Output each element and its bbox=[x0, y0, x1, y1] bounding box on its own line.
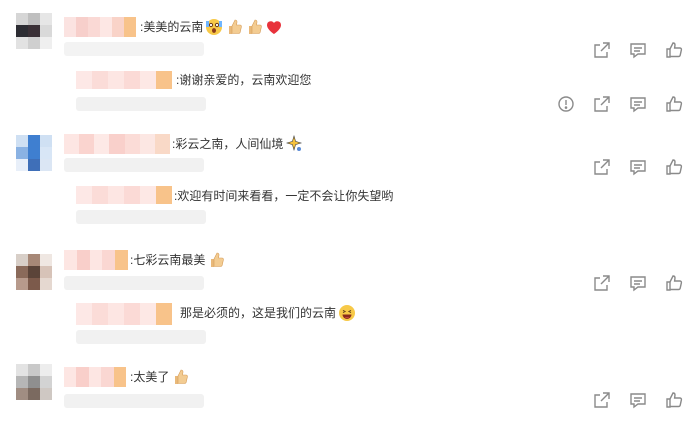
reply-timestamp-blurred bbox=[76, 330, 206, 344]
reply-timestamp-blurred bbox=[76, 97, 206, 111]
comment-icon[interactable] bbox=[629, 274, 647, 292]
share-icon[interactable] bbox=[593, 41, 611, 59]
avatar[interactable] bbox=[16, 13, 52, 49]
thumbs-up-icon bbox=[245, 18, 263, 36]
share-icon[interactable] bbox=[593, 274, 611, 292]
comment-icon[interactable] bbox=[629, 158, 647, 176]
reply-text: 那是必须的，这是我们的云南 bbox=[180, 303, 356, 323]
comment-text-label: :太美了 bbox=[130, 370, 170, 384]
reply-actions bbox=[557, 95, 683, 113]
comment-actions bbox=[593, 41, 683, 59]
shocked-face-icon bbox=[205, 18, 223, 36]
timestamp-blurred bbox=[64, 42, 204, 56]
comment-item: :彩云之南，人间仙境 :欢迎有时间来看看，一定不会让你失望哟 bbox=[0, 128, 697, 236]
thumbs-up-icon bbox=[207, 251, 225, 269]
like-icon[interactable] bbox=[665, 41, 683, 59]
timestamp-blurred bbox=[64, 158, 204, 172]
reply-text: :欢迎有时间来看看，一定不会让你失望哟 bbox=[174, 186, 393, 206]
username-blurred[interactable] bbox=[64, 250, 128, 270]
reply-username-blurred[interactable] bbox=[76, 71, 172, 89]
comment-actions bbox=[593, 158, 683, 176]
laughing-face-icon bbox=[338, 304, 356, 322]
comment-icon[interactable] bbox=[629, 391, 647, 409]
like-icon[interactable] bbox=[665, 158, 683, 176]
share-icon[interactable] bbox=[593, 391, 611, 409]
like-icon[interactable] bbox=[665, 274, 683, 292]
comment-item: :七彩云南最美 那是必须的，这是我们的云南 bbox=[0, 236, 697, 352]
reply-username-blurred[interactable] bbox=[76, 186, 172, 204]
username-blurred[interactable] bbox=[64, 134, 170, 154]
thumbs-up-icon bbox=[225, 18, 243, 36]
comment-actions bbox=[593, 391, 683, 409]
timestamp-blurred bbox=[64, 394, 204, 408]
comment-text-label: :彩云之南，人间仙境 bbox=[172, 137, 284, 151]
comment-text-label: :美美的云南 bbox=[140, 20, 204, 34]
reply-timestamp-blurred bbox=[76, 210, 206, 224]
avatar[interactable] bbox=[16, 254, 52, 290]
reply-text-label: 那是必须的，这是我们的云南 bbox=[180, 306, 337, 320]
comment-actions bbox=[593, 274, 683, 292]
comment-icon[interactable] bbox=[629, 41, 647, 59]
username-blurred[interactable] bbox=[64, 17, 136, 37]
comment-text: :太美了 bbox=[130, 367, 189, 387]
timestamp-blurred bbox=[64, 276, 204, 290]
reply-text-label: :谢谢亲爱的，云南欢迎您 bbox=[176, 73, 312, 87]
red-heart-icon bbox=[265, 18, 283, 36]
reply-text-label: :欢迎有时间来看看，一定不会让你失望哟 bbox=[174, 189, 394, 203]
username-blurred[interactable] bbox=[64, 367, 126, 387]
sparkle-icon bbox=[285, 134, 303, 153]
comment-item: :太美了 bbox=[0, 352, 697, 423]
comment-text: :彩云之南，人间仙境 bbox=[172, 134, 303, 154]
like-icon[interactable] bbox=[665, 391, 683, 409]
like-icon[interactable] bbox=[665, 95, 683, 113]
report-icon[interactable] bbox=[557, 95, 575, 113]
comment-text: :七彩云南最美 bbox=[130, 250, 225, 270]
reply-text: :谢谢亲爱的，云南欢迎您 bbox=[176, 70, 311, 90]
comment-text-label: :七彩云南最美 bbox=[130, 253, 206, 267]
reply-username-blurred[interactable] bbox=[76, 303, 172, 325]
thumbs-up-icon bbox=[171, 368, 189, 386]
avatar[interactable] bbox=[16, 135, 52, 171]
share-icon[interactable] bbox=[593, 95, 611, 113]
share-icon[interactable] bbox=[593, 158, 611, 176]
comment-item: :美美的云南 :谢谢亲爱的，云南欢迎您 bbox=[0, 0, 697, 128]
comment-text: :美美的云南 bbox=[140, 17, 283, 37]
comment-icon[interactable] bbox=[629, 95, 647, 113]
avatar[interactable] bbox=[16, 364, 52, 400]
